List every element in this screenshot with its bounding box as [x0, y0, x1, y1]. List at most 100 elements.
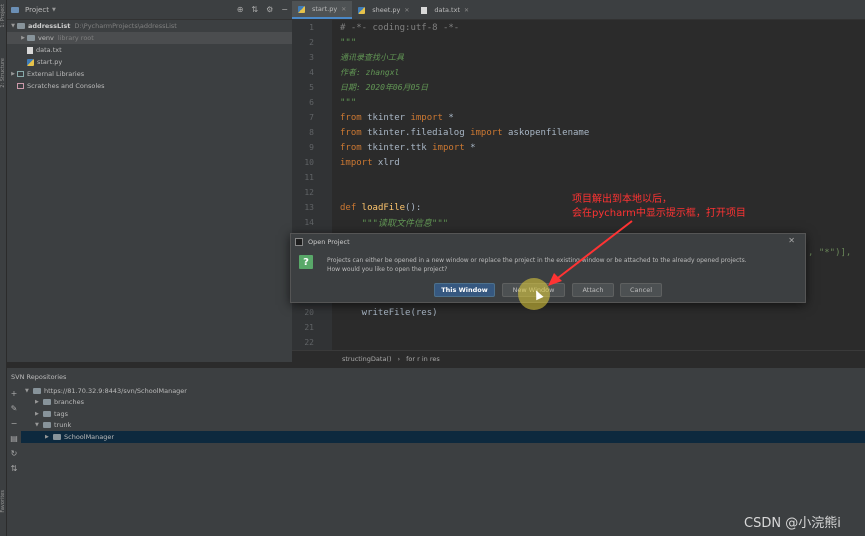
chevron-right-icon[interactable]: ▶ — [35, 411, 43, 417]
code-text: """读取文件信息""" — [340, 219, 449, 229]
project-icon — [11, 6, 19, 13]
line-number: 1 — [309, 23, 314, 32]
svn-item-label: tags — [54, 409, 69, 418]
tree-item-start-py[interactable]: start.py — [7, 56, 292, 68]
tree-item-addresslist[interactable]: ▼ addressList D:\PycharmProjects\address… — [7, 20, 292, 32]
refresh-icon[interactable]: ↻ — [11, 449, 18, 458]
chevron-right-icon[interactable]: ▶ — [45, 434, 53, 440]
folder-icon — [27, 35, 35, 41]
tree-item-path: D:\PycharmProjects\addressList — [74, 22, 177, 30]
line-number: 20 — [304, 308, 314, 317]
tree-item-label: start.py — [37, 58, 63, 66]
svn-item-label: https://81.70.32.9:8443/svn/SchoolManage… — [44, 386, 187, 395]
keyword: from — [340, 127, 362, 138]
remove-icon[interactable]: − — [11, 419, 18, 428]
keyword: import — [432, 142, 465, 153]
svn-item-label: trunk — [54, 421, 72, 430]
code-line[interactable]: 21 — [292, 320, 865, 335]
keyword: def — [340, 202, 357, 213]
code-line[interactable]: 8 from tkinter.filedialog import askopenf… — [292, 125, 865, 140]
code-line[interactable]: 11 — [292, 170, 865, 185]
chevron-down-icon[interactable]: ▼ — [9, 23, 17, 29]
watermark: CSDN @小浣熊i — [744, 516, 841, 531]
browse-icon[interactable]: ▤ — [10, 434, 18, 443]
code-text: import xlrd — [340, 158, 400, 168]
minimize-icon[interactable]: − — [281, 5, 288, 14]
code-line[interactable]: 1 # -*- coding:utf-8 -*- — [292, 20, 865, 35]
line-number: 8 — [309, 128, 314, 137]
svn-repo-root[interactable]: ▼ https://81.70.32.9:8443/svn/SchoolMana… — [21, 385, 865, 397]
code-text: # -*- coding:utf-8 -*- — [340, 22, 460, 33]
tree-item-external-libraries[interactable]: ▶ External Libraries — [7, 68, 292, 80]
folder-icon — [43, 422, 51, 429]
tree-item-scratches[interactable]: Scratches and Consoles — [7, 80, 292, 92]
project-panel-title[interactable]: Project — [25, 6, 49, 14]
code-line[interactable]: 4 作者: zhangxl — [292, 65, 865, 80]
svn-panel-title: SVN Repositories — [11, 372, 67, 381]
edit-icon[interactable]: ✎ — [11, 404, 18, 413]
code-line[interactable]: 3 通讯录查找小工具 — [292, 50, 865, 65]
line-number: 22 — [304, 338, 314, 347]
function-name: loadFile — [356, 202, 406, 213]
code-line[interactable]: 5 日期: 2020年06月05日 — [292, 80, 865, 95]
close-icon[interactable]: ✕ — [404, 7, 409, 14]
collapse-icon[interactable]: ⇅ — [251, 5, 258, 14]
tree-item-venv[interactable]: ▶ venv library root — [7, 32, 292, 44]
close-icon[interactable]: ✕ — [464, 7, 469, 14]
python-file-icon — [298, 5, 305, 13]
keyword: import — [340, 157, 373, 168]
tool-strip-favorites[interactable]: Favorites — [0, 490, 7, 513]
breadcrumb-item[interactable]: structingData() — [342, 355, 392, 363]
tool-strip-structure[interactable]: 2: Structure — [0, 58, 7, 88]
annotation-line: 项目解出到本地以后， — [572, 194, 672, 205]
string-literal: , "*")], — [808, 247, 852, 258]
close-icon[interactable]: ✕ — [788, 236, 795, 245]
code-line[interactable]: 9 from tkinter.ttk import * — [292, 140, 865, 155]
pycharm-icon — [295, 237, 303, 246]
tab-label: start.py — [312, 5, 338, 13]
code-line[interactable]: 20 writeFile(res) — [292, 305, 865, 320]
tree-item-label: Scratches and Consoles — [27, 82, 105, 90]
tree-item-data-txt[interactable]: data.txt — [7, 44, 292, 56]
add-icon[interactable]: + — [11, 389, 18, 398]
scratches-icon — [17, 83, 24, 89]
locate-icon[interactable]: ⊕ — [237, 5, 244, 14]
chevron-down-icon[interactable]: ▼ — [25, 388, 33, 394]
svn-item-label: SchoolManager — [64, 432, 115, 441]
code-line[interactable]: 22 — [292, 335, 865, 350]
module: tkinter.ttk — [361, 142, 433, 153]
code-text: 日期: 2020年06月05日 — [340, 83, 429, 92]
line-number: 9 — [309, 143, 314, 152]
collapse-icon[interactable]: ⇅ — [11, 464, 18, 473]
tab-sheet-py[interactable]: sheet.py ✕ — [352, 1, 415, 19]
module: tkinter.filedialog — [361, 127, 471, 138]
text-file-icon — [27, 46, 33, 54]
breadcrumb-item[interactable]: for r in res — [406, 355, 440, 363]
this-window-button[interactable]: This Window — [434, 283, 495, 297]
folder-icon — [33, 387, 41, 394]
svn-item-tags[interactable]: ▶ tags — [21, 408, 865, 420]
chevron-down-icon[interactable]: ▼ — [52, 7, 56, 13]
close-icon[interactable]: ✕ — [341, 6, 346, 13]
chevron-down-icon[interactable]: ▼ — [35, 422, 43, 428]
chevron-right-icon: › — [397, 355, 401, 363]
svn-item-branches[interactable]: ▶ branches — [21, 397, 865, 409]
chevron-right-icon[interactable]: ▶ — [9, 71, 17, 77]
code-line[interactable]: 10 import xlrd — [292, 155, 865, 170]
editor: start.py ✕ sheet.py ✕ data.txt ✕ 1 # -*- … — [292, 0, 865, 367]
tab-start-py[interactable]: start.py ✕ — [292, 1, 353, 19]
keyword: import — [470, 127, 503, 138]
editor-tabs: start.py ✕ sheet.py ✕ data.txt ✕ — [292, 0, 865, 20]
gear-icon[interactable]: ⚙ — [266, 5, 273, 14]
code-line[interactable]: 6 """ — [292, 95, 865, 110]
chevron-right-icon[interactable]: ▶ — [35, 399, 43, 405]
tool-strip-project[interactable]: 1: Project — [0, 4, 7, 28]
code-line[interactable]: 7 from tkinter import * — [292, 110, 865, 125]
chevron-right-icon[interactable]: ▶ — [19, 35, 27, 41]
tab-data-txt[interactable]: data.txt ✕ — [415, 1, 475, 19]
code-line[interactable]: 2 """ — [292, 35, 865, 50]
svn-item-trunk[interactable]: ▼ trunk — [21, 420, 865, 432]
svn-item-schoolmanager[interactable]: ▶ SchoolManager — [21, 431, 865, 443]
line-number: 11 — [304, 173, 314, 182]
import-target: askopenfilename — [502, 127, 590, 138]
